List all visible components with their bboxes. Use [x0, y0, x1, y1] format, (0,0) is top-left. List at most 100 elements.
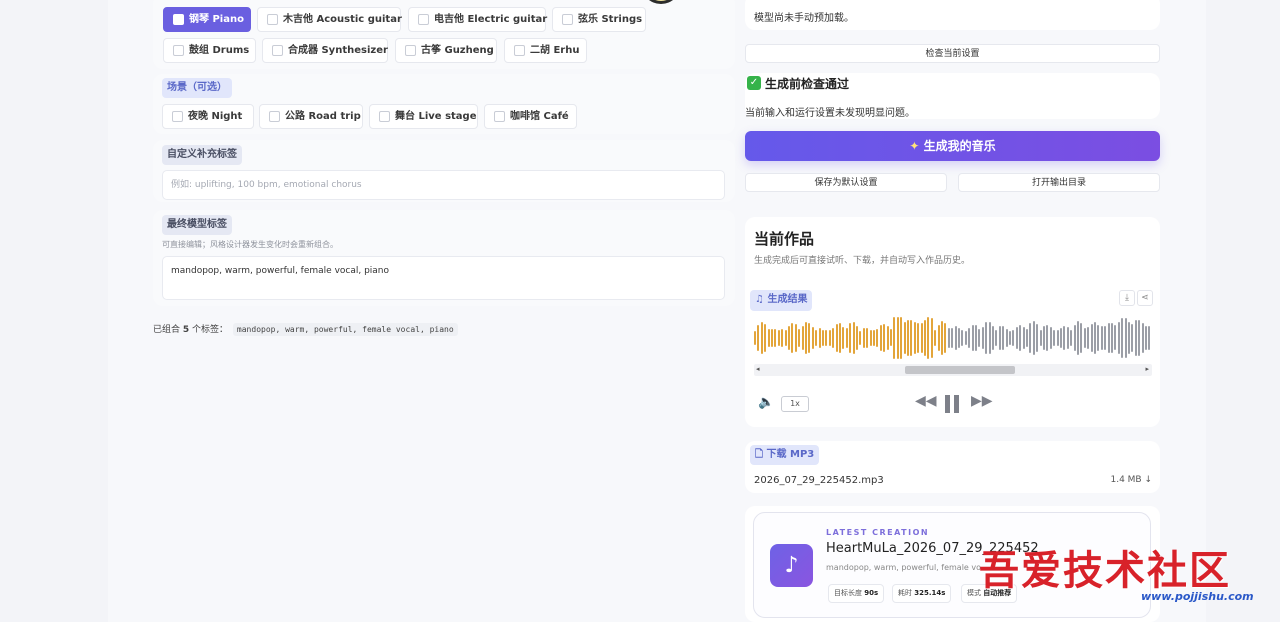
waveform-bar — [1043, 326, 1045, 350]
music-note-icon: ♫ — [755, 294, 764, 305]
waveform-bar — [805, 322, 807, 354]
chip-guzheng[interactable]: 古筝 Guzheng — [395, 38, 497, 63]
custom-tags-panel: 自定义补充标签 例如: uplifting, 100 bpm, emotiona… — [153, 140, 735, 202]
waveform-scrollbar[interactable]: ◂ ▸ — [754, 364, 1152, 376]
chip-label: 夜晚 Night — [188, 111, 243, 122]
checkbox-icon — [172, 111, 183, 122]
checkbox-icon — [269, 111, 280, 122]
volume-icon[interactable]: 🔈 — [758, 395, 774, 410]
latest-tags: mandopop, warm, powerful, female vo — [826, 563, 982, 572]
download-icon[interactable]: ⤓ — [1119, 290, 1135, 306]
waveform-bar — [1080, 322, 1083, 354]
checkbox-icon — [379, 111, 390, 122]
share-icon[interactable]: ⋖ — [1137, 290, 1153, 306]
download-size: 1.4 MB ↓ — [1110, 475, 1152, 485]
waveform-bar — [1097, 324, 1100, 352]
waveform-bar — [866, 328, 869, 348]
waveform-bar — [1131, 324, 1134, 352]
custom-tags-input[interactable]: 例如: uplifting, 100 bpm, emotional chorus — [162, 170, 725, 200]
waveform-bar — [992, 325, 994, 351]
waveform-bar — [1026, 328, 1028, 348]
waveform-bar — [1039, 330, 1042, 346]
pause-icon[interactable] — [944, 395, 960, 413]
final-tags-hint: 可直接编辑；风格设计器发生变化时会重新组合。 — [162, 240, 338, 249]
waveform-bar — [995, 329, 998, 347]
waveform-bar — [1036, 324, 1039, 352]
summary-tags: mandopop, warm, powerful, female vocal, … — [232, 323, 458, 336]
waveform-bar — [1046, 325, 1049, 351]
chip-erhu[interactable]: 二胡 Erhu — [504, 38, 587, 63]
waveform-bar — [1053, 330, 1056, 346]
chip-electric-guitar[interactable]: 电吉他 Electric guitar — [408, 7, 548, 32]
scroll-left-icon[interactable]: ◂ — [756, 365, 760, 373]
waveform-bar — [883, 323, 886, 353]
waveform-bar — [1056, 330, 1059, 346]
generate-music-button[interactable]: ✦ 生成我的音乐 — [745, 131, 1160, 161]
chip-strings[interactable]: 弦乐 Strings — [552, 7, 646, 32]
checkbox-icon — [514, 45, 525, 56]
model-status-text: 模型尚未手动预加载。 — [754, 13, 854, 24]
waveform-bar — [896, 317, 899, 359]
current-work-subtitle: 生成完成后可直接试听、下载，并自动写入作品历史。 — [754, 256, 971, 266]
waveform-bar — [781, 329, 784, 347]
waveform-bar — [1141, 323, 1144, 353]
chip-cafe[interactable]: 咖啡馆 Café — [484, 104, 577, 129]
download-filename[interactable]: 2026_07_29_225452.mp3 — [754, 475, 884, 486]
final-tags-textarea[interactable]: mandopop, warm, powerful, female vocal, … — [162, 256, 725, 300]
waveform-bar — [876, 329, 879, 347]
speed-button[interactable]: 1x — [781, 396, 809, 412]
check-settings-button[interactable]: 检查当前设置 — [745, 44, 1160, 63]
waveform-bar — [1121, 317, 1124, 359]
rewind-icon[interactable]: ◀◀ — [915, 393, 937, 409]
waveform-bar — [859, 330, 862, 346]
waveform-bar — [1094, 321, 1096, 355]
waveform-bar — [842, 327, 845, 349]
stat-value: 90s — [864, 589, 879, 597]
waveform-bar — [988, 321, 991, 355]
scroll-right-icon[interactable]: ▸ — [1145, 365, 1149, 373]
waveform-bar — [835, 324, 838, 352]
checkbox-icon — [562, 14, 573, 25]
waveform-bar — [1005, 328, 1008, 348]
chip-synthesizer[interactable]: 合成器 Synthesizer — [262, 38, 388, 63]
waveform-bar — [760, 322, 763, 354]
forward-icon[interactable]: ▶▶ — [971, 393, 993, 409]
scrollbar-thumb[interactable] — [905, 366, 1015, 374]
chip-acoustic-guitar[interactable]: 木吉他 Acoustic guitar — [257, 7, 402, 32]
waveform-bar — [964, 330, 967, 346]
waveform-bar — [757, 324, 760, 352]
chip-drums[interactable]: 鼓组 Drums — [163, 38, 256, 63]
scene-title: 场景（可选） — [162, 78, 232, 98]
waveform-bar — [771, 329, 773, 347]
waveform-bar — [937, 325, 940, 351]
chip-label: 电吉他 Electric guitar — [434, 14, 548, 25]
open-output-button[interactable]: 打开输出目录 — [958, 173, 1160, 192]
chip-piano[interactable]: 钢琴 Piano — [163, 7, 251, 32]
stat-value: 325.14s — [914, 589, 946, 597]
download-mp3-button[interactable]: 🗋 下载 MP3 — [750, 445, 820, 465]
waveform-bar — [1073, 324, 1076, 352]
waveform-bar — [794, 323, 797, 353]
waveform-bar — [1114, 325, 1117, 351]
waveform[interactable] — [754, 317, 1152, 359]
waveform-bar — [856, 325, 858, 351]
stat-target-length: 目标长度 90s — [828, 584, 885, 603]
chip-label: 古筝 Guzheng — [421, 45, 494, 56]
chip-label: 咖啡馆 Café — [510, 111, 569, 122]
waveform-bar — [968, 328, 971, 348]
chip-live-stage[interactable]: 舞台 Live stage — [369, 104, 478, 129]
instrument-panel: 钢琴 Piano 木吉他 Acoustic guitar 电吉他 Electri… — [153, 0, 735, 69]
result-label: ♫ 生成结果 — [750, 290, 813, 311]
save-default-button[interactable]: 保存为默认设置 — [745, 173, 947, 192]
waveform-bar — [788, 326, 790, 350]
download-card: 🗋 下载 MP3 2026_07_29_225452.mp3 1.4 MB ↓ — [745, 441, 1160, 493]
waveform-bar — [907, 320, 909, 356]
chip-night[interactable]: 夜晚 Night — [162, 104, 254, 129]
waveform-bar — [774, 329, 777, 347]
custom-tags-placeholder: 例如: uplifting, 100 bpm, emotional chorus — [171, 180, 362, 190]
waveform-bar — [1012, 329, 1015, 347]
checkbox-icon — [272, 45, 283, 56]
waveform-bar — [798, 328, 801, 348]
waveform-bar — [1019, 325, 1022, 351]
chip-road-trip[interactable]: 公路 Road trip — [259, 104, 363, 129]
